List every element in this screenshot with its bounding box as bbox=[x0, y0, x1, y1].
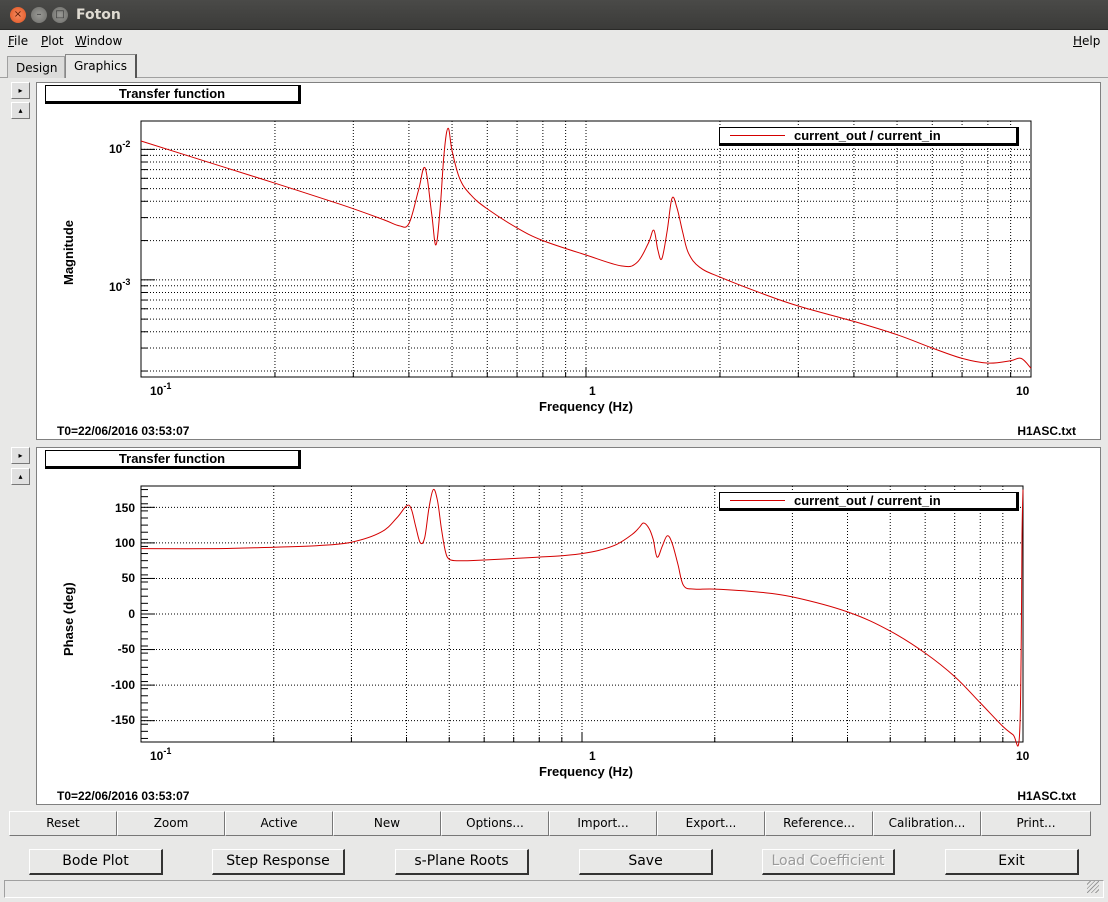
phase-y-tick-labels: 150 100 50 0 -50 -100 -150 bbox=[111, 501, 135, 727]
maximize-icon[interactable]: □ bbox=[52, 7, 68, 23]
window-title: Foton bbox=[76, 7, 121, 23]
tab-bar: Design Graphics bbox=[0, 54, 1108, 78]
y-tick-label: 100 bbox=[115, 536, 135, 550]
phase-legend: current_out / current_in bbox=[719, 492, 1019, 511]
phase-x-tick-labels: 10-1 1 10 bbox=[150, 746, 1030, 763]
menu-plot[interactable]: Plot bbox=[41, 34, 64, 48]
export-button[interactable]: Export... bbox=[657, 811, 765, 836]
reset-button[interactable]: Reset bbox=[9, 811, 117, 836]
y-tick-label: -150 bbox=[111, 713, 135, 727]
magnitude-y-title: Magnitude bbox=[61, 220, 76, 285]
y-tick-label: -50 bbox=[118, 642, 136, 656]
collapse-panel-1-icon[interactable]: ▴ bbox=[11, 102, 30, 119]
x-tick-label: 10 bbox=[1016, 749, 1030, 763]
save-button[interactable]: Save bbox=[579, 849, 713, 875]
reference-button[interactable]: Reference... bbox=[765, 811, 873, 836]
magnitude-x-title: Frequency (Hz) bbox=[539, 399, 633, 414]
x-tick-label: 1 bbox=[589, 384, 596, 398]
phase-y-title: Phase (deg) bbox=[61, 582, 76, 656]
step-response-button[interactable]: Step Response bbox=[212, 849, 345, 875]
print-button[interactable]: Print... bbox=[981, 811, 1091, 836]
collapse-panel-2-icon[interactable]: ▴ bbox=[11, 468, 30, 485]
phase-graph-title: Transfer function bbox=[45, 450, 301, 469]
y-tick-label: -100 bbox=[111, 678, 135, 692]
phase-grid bbox=[140, 486, 1023, 742]
legend-label: current_out / current_in bbox=[794, 493, 941, 508]
y-tick-label: 150 bbox=[115, 501, 135, 515]
x-tick-label: 10 bbox=[1016, 384, 1030, 398]
x-tick-label: 10-1 bbox=[150, 746, 171, 763]
phase-plot-panel[interactable]: 150 100 50 0 -50 -100 -150 10-1 1 10 Tra… bbox=[36, 447, 1101, 805]
menu-plot-label: lot bbox=[48, 34, 64, 48]
phase-t0-label: T0=22/06/2016 03:53:07 bbox=[57, 789, 190, 803]
menu-window[interactable]: Window bbox=[75, 34, 122, 48]
menu-help-label: elp bbox=[1082, 34, 1101, 48]
plot-toolbar: Reset Zoom Active New Options... Import.… bbox=[9, 811, 1091, 836]
magnitude-plot-panel[interactable]: 10-2 10-3 10-1 1 10 Transfer function cu… bbox=[36, 82, 1101, 440]
magnitude-x-tick-labels: 10-1 1 10 bbox=[150, 381, 1030, 398]
menu-help-mnemonic: H bbox=[1073, 34, 1083, 48]
magnitude-plot-frame bbox=[140, 120, 1032, 378]
magnitude-grid bbox=[140, 121, 1031, 377]
tab-graphics[interactable]: Graphics bbox=[65, 54, 137, 78]
bode-plot-button[interactable]: Bode Plot bbox=[29, 849, 163, 875]
phase-x-title: Frequency (Hz) bbox=[539, 764, 633, 779]
zoom-button[interactable]: Zoom bbox=[117, 811, 225, 836]
magnitude-trace bbox=[140, 127, 1032, 369]
phase-ticks bbox=[140, 489, 1004, 742]
magnitude-t0-label: T0=22/06/2016 03:53:07 bbox=[57, 424, 190, 438]
legend-swatch bbox=[730, 135, 785, 136]
menu-file-label: ile bbox=[14, 34, 29, 48]
active-button[interactable]: Active bbox=[225, 811, 333, 836]
menu-bar: File Plot Window Help bbox=[0, 30, 1108, 52]
y-tick-label: 10-3 bbox=[109, 277, 130, 294]
x-tick-label: 1 bbox=[589, 749, 596, 763]
calibration-button[interactable]: Calibration... bbox=[873, 811, 981, 836]
options-button[interactable]: Options... bbox=[441, 811, 549, 836]
magnitude-legend: current_out / current_in bbox=[719, 127, 1019, 146]
magnitude-graph-title: Transfer function bbox=[45, 85, 301, 104]
phase-trace bbox=[140, 488, 1024, 747]
tab-design[interactable]: Design bbox=[7, 56, 65, 78]
title-bar: × – □ Foton bbox=[0, 0, 1108, 30]
phase-file-label: H1ASC.txt bbox=[1017, 789, 1076, 803]
resize-grip-icon[interactable] bbox=[1087, 881, 1099, 893]
menu-file[interactable]: File bbox=[8, 34, 28, 48]
legend-swatch bbox=[730, 500, 785, 501]
magnitude-ticks bbox=[140, 148, 1012, 377]
import-button[interactable]: Import... bbox=[549, 811, 657, 836]
status-bar bbox=[4, 880, 1104, 898]
expand-panel-2-icon[interactable]: ▸ bbox=[11, 447, 30, 464]
menu-help[interactable]: Help bbox=[1073, 34, 1100, 48]
expand-panel-1-icon[interactable]: ▸ bbox=[11, 82, 30, 99]
magnitude-y-tick-labels: 10-2 10-3 bbox=[109, 139, 130, 294]
close-icon[interactable]: × bbox=[10, 7, 26, 23]
y-tick-label: 0 bbox=[128, 607, 135, 621]
y-tick-label: 10-2 bbox=[109, 139, 130, 156]
y-tick-label: 50 bbox=[122, 571, 136, 585]
menu-window-label: indow bbox=[86, 34, 123, 48]
magnitude-file-label: H1ASC.txt bbox=[1017, 424, 1076, 438]
s-plane-roots-button[interactable]: s-Plane Roots bbox=[395, 849, 529, 875]
load-coefficient-button: Load Coefficient bbox=[762, 849, 895, 875]
minimize-icon[interactable]: – bbox=[31, 7, 47, 23]
menu-window-mnemonic: W bbox=[75, 34, 87, 48]
exit-button[interactable]: Exit bbox=[945, 849, 1079, 875]
legend-label: current_out / current_in bbox=[794, 128, 941, 143]
x-tick-label: 10-1 bbox=[150, 381, 171, 398]
new-button[interactable]: New bbox=[333, 811, 441, 836]
